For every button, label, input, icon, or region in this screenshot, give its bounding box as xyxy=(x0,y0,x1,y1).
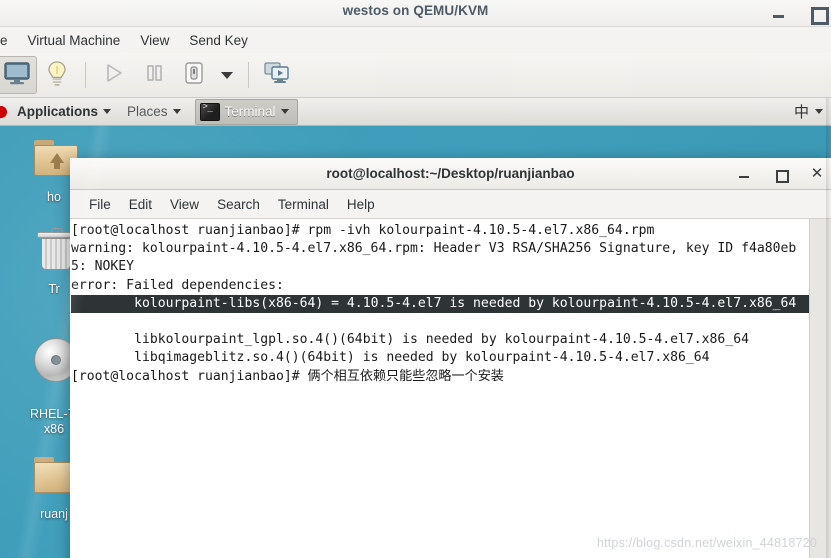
chevron-down-icon xyxy=(280,109,289,114)
desktop-icon-rhel-disc[interactable]: RHEL-7. x86 xyxy=(8,321,100,437)
places-menu-label: Places xyxy=(127,104,168,119)
terminal-output-area[interactable]: [root@localhost ruanjianbao]# rpm -ivh k… xyxy=(70,219,831,558)
terminal-text: [root@localhost ruanjianbao]# rpm -ivh k… xyxy=(70,219,809,386)
terminal-window: root@localhost:~/Desktop/ruanjianbao ✕ F… xyxy=(70,158,831,558)
terminal-menu-file[interactable]: File xyxy=(80,193,120,216)
chevron-down-icon xyxy=(221,71,233,79)
fullscreen-button[interactable] xyxy=(257,56,297,94)
vm-maximize-button[interactable] xyxy=(807,3,829,25)
window-list-item-terminal[interactable]: Terminal xyxy=(194,98,298,125)
vm-menubar: ile Virtual Machine View Send Key xyxy=(0,27,831,53)
applications-menu[interactable]: Applications xyxy=(9,99,119,125)
details-view-button[interactable] xyxy=(37,56,77,94)
chevron-down-icon[interactable] xyxy=(815,109,823,114)
vm-menu-send-key[interactable]: Send Key xyxy=(179,30,258,51)
lightbulb-icon xyxy=(46,60,68,91)
chevron-down-icon xyxy=(172,109,181,114)
console-view-button[interactable] xyxy=(0,56,37,94)
terminal-line: libqimageblitz.so.4()(64bit) is needed b… xyxy=(71,350,710,366)
terminal-line: error: Failed dependencies: xyxy=(71,277,284,293)
shutdown-button[interactable] xyxy=(174,56,214,94)
pause-icon xyxy=(144,62,164,89)
vm-window-title: westos on QEMU/KVM xyxy=(342,3,489,18)
desktop-icon-home-label: ho xyxy=(47,190,61,204)
terminal-menubar: File Edit View Search Terminal Help xyxy=(70,190,831,219)
shutdown-menu-button[interactable] xyxy=(214,56,240,94)
terminal-menu-help[interactable]: Help xyxy=(338,193,384,216)
power-icon xyxy=(183,61,205,90)
gnome-top-panel: Applications Places Terminal 中 xyxy=(0,98,831,126)
terminal-menu-view[interactable]: View xyxy=(161,193,208,216)
terminal-minimize-button[interactable] xyxy=(737,166,753,182)
pause-button[interactable] xyxy=(134,56,174,94)
window-list-item-label: Terminal xyxy=(224,104,276,119)
terminal-icon xyxy=(199,102,220,121)
terminal-menu-search[interactable]: Search xyxy=(208,193,269,216)
desktop-icon-trash-label: Tr xyxy=(48,282,60,296)
vm-menu-virtual-machine[interactable]: Virtual Machine xyxy=(18,30,131,51)
terminal-maximize-button[interactable] xyxy=(773,166,789,183)
guest-console: Applications Places Terminal 中 xyxy=(0,98,831,558)
terminal-line: kolourpaint-libs(x86-64) = 4.10.5-4.el7 … xyxy=(71,294,809,314)
terminal-window-controls: ✕ xyxy=(737,158,825,190)
run-button[interactable] xyxy=(94,56,134,94)
screens-icon xyxy=(264,61,290,90)
guest-right-edge xyxy=(826,98,831,558)
vm-toolbar xyxy=(0,53,831,98)
toolbar-separator-2 xyxy=(248,62,249,88)
terminal-close-button[interactable]: ✕ xyxy=(809,166,825,182)
vm-menu-file[interactable]: ile xyxy=(0,30,18,51)
terminal-line: [root@localhost ruanjianbao]# rpm -ivh k… xyxy=(71,223,655,238)
monitor-icon xyxy=(4,61,30,90)
terminal-menu-edit[interactable]: Edit xyxy=(120,193,161,216)
toolbar-separator-1 xyxy=(85,62,86,88)
terminal-menu-terminal[interactable]: Terminal xyxy=(269,193,338,216)
disc-icon xyxy=(8,336,100,390)
folder-icon xyxy=(8,134,100,188)
places-menu[interactable]: Places xyxy=(119,99,189,125)
vm-menu-view[interactable]: View xyxy=(130,30,179,51)
vm-window-controls xyxy=(769,2,829,25)
desktop-icon-trash[interactable]: Tr xyxy=(8,226,100,297)
terminal-titlebar: root@localhost:~/Desktop/ruanjianbao ✕ xyxy=(70,158,831,190)
terminal-line: [root@localhost ruanjianbao]# 俩个相互依赖只能些忽… xyxy=(71,368,504,384)
desktop-icon-ruanjianbao[interactable]: ruanj xyxy=(8,451,100,522)
terminal-line: warning: kolourpaint-4.10.5-4.el7.x86_64… xyxy=(71,241,797,275)
input-method-indicator[interactable]: 中 xyxy=(794,101,809,122)
terminal-line: libkolourpaint_lgpl.so.4()(64bit) is nee… xyxy=(71,332,749,348)
desktop-area: ho Tr RHEL-7. x86 ruanj root@localhost:~… xyxy=(0,126,831,558)
desktop-icon-rhel-disc-label: RHEL-7. x86 xyxy=(30,407,78,436)
chevron-down-icon xyxy=(103,109,112,114)
desktop-icon-home[interactable]: ho xyxy=(8,134,100,205)
desktop-icon-ruanjianbao-label: ruanj xyxy=(40,507,68,521)
vm-minimize-button[interactable] xyxy=(769,3,789,23)
applications-menu-label: Applications xyxy=(17,104,99,119)
play-icon xyxy=(103,62,125,89)
folder-icon xyxy=(8,451,100,505)
trash-icon xyxy=(8,226,100,280)
screen-root: westos on QEMU/KVM ile Virtual Machine V… xyxy=(0,0,831,558)
redhat-logo-icon xyxy=(0,104,8,119)
vm-window-titlebar: westos on QEMU/KVM xyxy=(0,0,831,27)
terminal-window-title: root@localhost:~/Desktop/ruanjianbao xyxy=(326,166,575,181)
